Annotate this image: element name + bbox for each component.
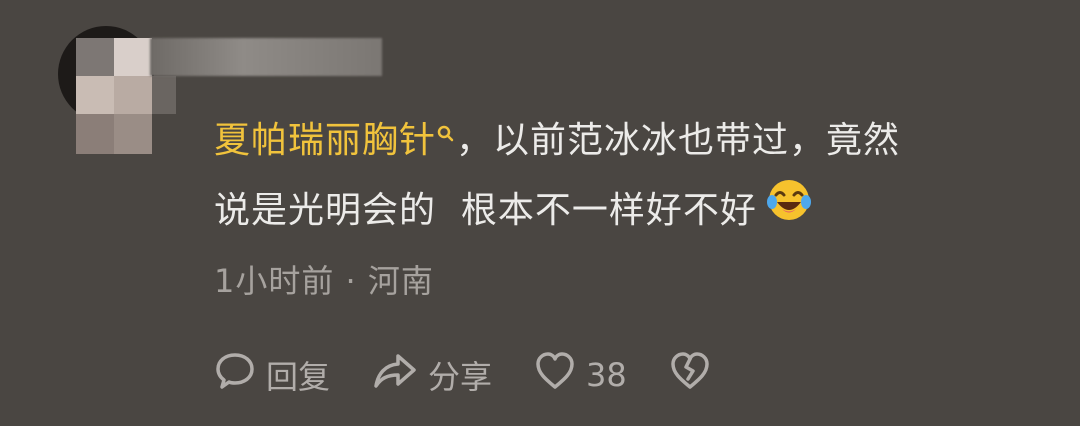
avatar-mosaic-block [76, 38, 114, 76]
comment-actions: 回复 分享 38 [214, 350, 763, 400]
avatar-mosaic-block [152, 76, 176, 114]
username-blurred[interactable] [150, 38, 382, 76]
comment-body: 夏帕瑞丽胸针 ，以前范冰冰也带过，竟然 说是光明会的 根本不一样好不好 [214, 106, 1034, 248]
reply-button[interactable]: 回复 [214, 350, 330, 400]
mention-text[interactable]: 夏帕瑞丽胸针 [214, 120, 436, 161]
like-count: 38 [586, 356, 627, 394]
mention-link[interactable]: 夏帕瑞丽胸针 [214, 120, 456, 161]
search-link-icon [436, 102, 456, 172]
comment-text-line1: ，以前范冰冰也带过，竟然 [456, 120, 901, 161]
avatar-mosaic-block [76, 114, 114, 154]
meta-separator: · [334, 262, 368, 300]
reply-label[interactable]: 回复 [266, 352, 330, 398]
avatar-mosaic-block [76, 76, 114, 114]
dislike-button[interactable] [669, 351, 721, 399]
speech-bubble-icon [214, 350, 266, 400]
avatar-mosaic-block [114, 76, 152, 114]
comment-text-line2: 说是光明会的 根本不一样好不好 [214, 190, 757, 231]
heart-icon [534, 351, 586, 399]
laughing-tears-emoji-icon [765, 176, 813, 248]
comment-location: 河南 [367, 262, 434, 300]
avatar-mosaic-block [114, 114, 152, 154]
share-arrow-icon [372, 350, 428, 400]
avatar-mosaic-block [114, 38, 152, 76]
like-button[interactable]: 38 [534, 351, 627, 399]
avatar[interactable] [58, 16, 178, 156]
comment-time: 1小时前 [214, 262, 335, 300]
comment-meta: 1小时前 · 河南 [214, 256, 434, 302]
share-label[interactable]: 分享 [428, 352, 492, 398]
share-button[interactable]: 分享 [372, 350, 492, 400]
broken-heart-icon [669, 351, 721, 399]
